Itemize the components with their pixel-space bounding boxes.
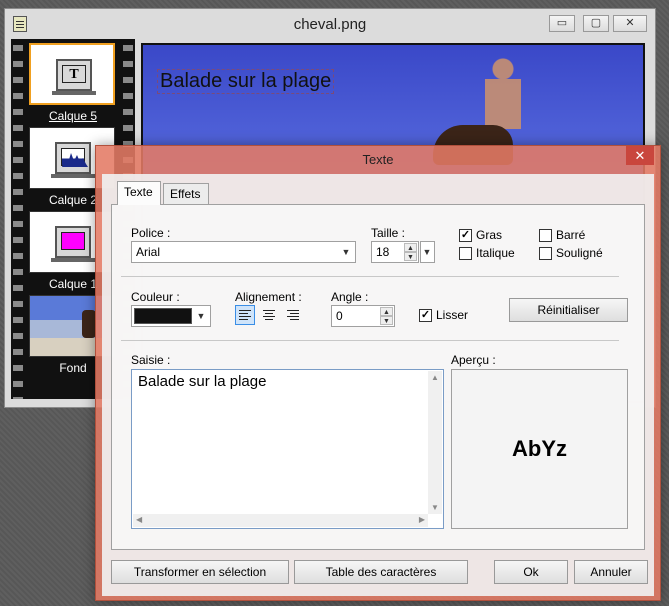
minimize-button[interactable]: ▭ xyxy=(549,15,575,32)
input-label: Saisie : xyxy=(131,353,171,367)
character-map-button[interactable]: Table des caractères xyxy=(294,560,468,584)
text-dialog: Texte ✕ Texte Effets Police : Arial ▼ Ta… xyxy=(95,145,661,601)
chevron-down-icon: ▼ xyxy=(341,247,351,257)
checkmark-icon: ✓ xyxy=(459,228,472,242)
horizontal-scrollbar[interactable]: ◀ ▶ xyxy=(133,514,428,527)
restore-button[interactable]: ▢ xyxy=(583,15,609,32)
preview-sample-text: AbYz xyxy=(512,436,567,461)
spin-down-icon[interactable]: ▼ xyxy=(404,252,417,261)
color-swatch xyxy=(134,308,192,324)
size-spinner[interactable]: 18 ▲ ▼ xyxy=(371,241,419,263)
bold-checkbox[interactable]: ✓ Gras xyxy=(459,228,502,242)
preview-label: Aperçu : xyxy=(451,353,496,367)
underline-checkbox[interactable]: Souligné xyxy=(539,246,603,260)
angle-label: Angle : xyxy=(331,290,369,304)
size-label: Taille : xyxy=(371,226,406,240)
dialog-body: Texte Effets Police : Arial ▼ Taille : 1… xyxy=(102,174,654,596)
tab-texte[interactable]: Texte xyxy=(117,181,161,205)
dialog-title: Texte xyxy=(362,152,394,167)
spin-up-icon[interactable]: ▲ xyxy=(404,243,417,252)
angle-spinner[interactable]: 0 ▲ ▼ xyxy=(331,305,395,327)
angle-value: 0 xyxy=(336,309,343,323)
transform-selection-button[interactable]: Transformer en sélection xyxy=(111,560,289,584)
color-picker[interactable]: ▼ xyxy=(131,305,211,327)
preview-box: AbYz xyxy=(451,369,628,529)
bold-label: Gras xyxy=(476,228,503,242)
unchecked-box-icon xyxy=(539,228,552,242)
color-label: Couleur : xyxy=(131,290,180,304)
text-layer-icon: T xyxy=(29,43,115,105)
vertical-scrollbar[interactable]: ▲ ▼ xyxy=(428,371,442,514)
strike-checkbox[interactable]: Barré xyxy=(539,228,585,242)
size-dropdown-button[interactable]: ▼ xyxy=(420,241,435,263)
divider xyxy=(121,276,619,277)
spin-down-icon[interactable]: ▼ xyxy=(380,316,393,325)
checkmark-icon: ✓ xyxy=(419,308,432,322)
smooth-checkbox[interactable]: ✓ Lisser xyxy=(419,308,468,322)
text-layer-glyph: T xyxy=(69,67,79,82)
dialog-close-button[interactable]: ✕ xyxy=(626,146,654,165)
unchecked-box-icon xyxy=(539,246,552,260)
layer-item-calque-5[interactable]: T Calque 5 xyxy=(29,43,117,123)
font-value: Arial xyxy=(136,245,161,259)
cancel-button[interactable]: Annuler xyxy=(574,560,648,584)
layer-label: Calque 5 xyxy=(48,109,98,123)
text-input-value[interactable]: Balade sur la plage xyxy=(132,370,443,393)
align-right-button[interactable] xyxy=(283,305,303,325)
align-left-button[interactable] xyxy=(235,305,255,325)
chevron-down-icon: ▼ xyxy=(422,247,432,257)
unchecked-box-icon xyxy=(459,246,472,260)
size-value: 18 xyxy=(376,245,390,259)
reset-button[interactable]: Réinitialiser xyxy=(509,298,628,322)
italic-label: Italique xyxy=(476,246,515,260)
canvas-text-layer[interactable]: Balade sur la plage xyxy=(157,69,335,94)
spin-up-icon[interactable]: ▲ xyxy=(380,307,393,316)
underline-label: Souligné xyxy=(556,246,603,260)
ok-button[interactable]: Ok xyxy=(494,560,568,584)
divider xyxy=(121,340,619,341)
film-sprockets-left xyxy=(13,39,23,399)
font-select[interactable]: Arial ▼ xyxy=(131,241,356,263)
align-center-button[interactable] xyxy=(259,305,279,325)
font-label: Police : xyxy=(131,226,171,240)
italic-checkbox[interactable]: Italique xyxy=(459,246,515,260)
chevron-down-icon: ▼ xyxy=(196,311,206,321)
tab-effets[interactable]: Effets xyxy=(163,183,209,205)
close-window-button[interactable]: ✕ xyxy=(613,15,647,32)
smooth-label: Lisser xyxy=(436,308,469,322)
alignment-label: Alignement : xyxy=(235,290,302,304)
strike-label: Barré xyxy=(556,228,586,242)
image-window-titlebar[interactable]: cheval.png ▭ ▢ ✕ xyxy=(5,9,655,39)
text-input-area[interactable]: Balade sur la plage ▲ ▼ ◀ ▶ xyxy=(131,369,444,529)
